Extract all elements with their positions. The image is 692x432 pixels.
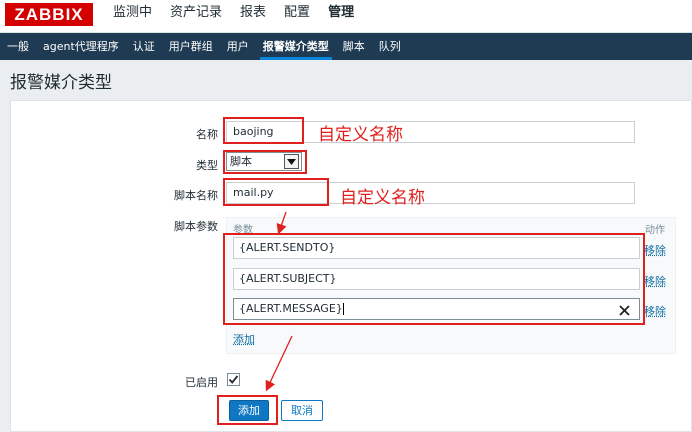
arrow-to-params [276, 211, 287, 235]
annotation-arrows [265, 211, 293, 392]
arrow-to-add-button [265, 335, 293, 392]
